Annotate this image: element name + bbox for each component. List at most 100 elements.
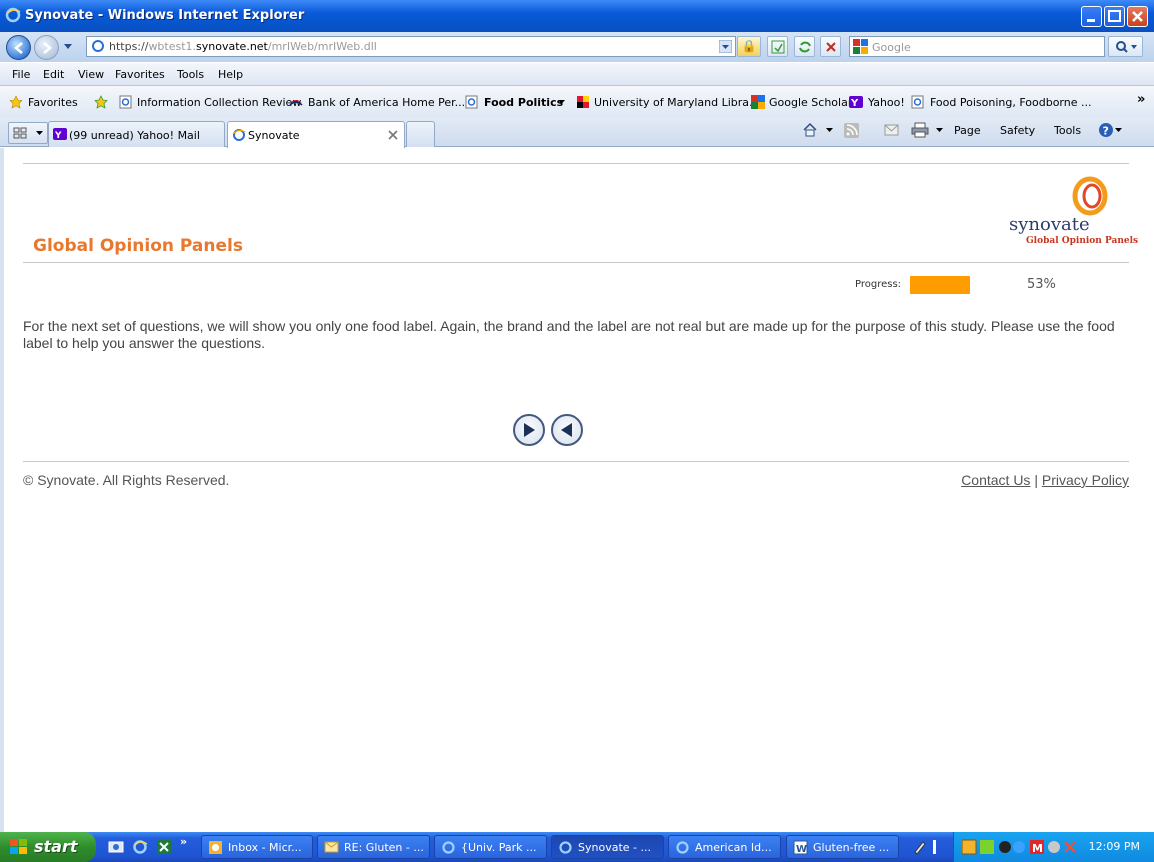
header-bottom-divider bbox=[23, 262, 1129, 263]
menu-tools[interactable]: Tools bbox=[177, 68, 204, 81]
chevron-down-icon[interactable] bbox=[826, 128, 833, 133]
quick-tabs-grid-icon bbox=[13, 127, 43, 139]
quick-launch-excel-icon[interactable] bbox=[156, 839, 172, 855]
favorites-star-icon bbox=[9, 95, 23, 109]
favorite-link-yahoo[interactable]: Yahoo! bbox=[868, 96, 905, 109]
security-lock-icon[interactable]: 🔒 bbox=[737, 36, 761, 57]
svg-text:Y: Y bbox=[54, 131, 62, 140]
footer-divider bbox=[23, 461, 1129, 462]
address-field[interactable]: https://wbtest1.synovate.net/mrIWeb/mrIW… bbox=[86, 36, 736, 57]
home-icon[interactable] bbox=[802, 122, 818, 138]
start-button[interactable]: start bbox=[0, 832, 96, 862]
taskbar-item-univ-park[interactable]: {Univ. Park ... bbox=[434, 835, 547, 859]
taskbar-item-synovate[interactable]: Synovate - ... bbox=[551, 835, 664, 859]
quick-launch-more-icon[interactable]: » bbox=[180, 835, 187, 848]
favorite-link-info-collection[interactable]: Information Collection Review bbox=[137, 96, 301, 109]
title-bar: Synovate - Windows Internet Explorer bbox=[0, 0, 1154, 32]
add-favorite-star-icon[interactable] bbox=[94, 95, 108, 109]
ie-page-icon bbox=[119, 95, 132, 109]
favorite-link-umd-library[interactable]: University of Maryland Libra... bbox=[594, 96, 760, 109]
svg-text:Y: Y bbox=[850, 98, 859, 109]
menu-file[interactable]: File bbox=[12, 68, 30, 81]
pen-tool-icon[interactable] bbox=[912, 839, 928, 855]
tab-yahoo-mail[interactable]: Y (99 unread) Yahoo! Mail bbox=[48, 121, 225, 147]
address-dropdown-icon[interactable] bbox=[719, 40, 732, 53]
logo-tagline: Global Opinion Panels bbox=[1026, 236, 1139, 246]
maximize-button[interactable] bbox=[1104, 6, 1125, 27]
taskbar-item-gluten-email[interactable]: RE: Gluten - ... bbox=[317, 835, 430, 859]
page-ie-icon bbox=[92, 40, 104, 52]
more-favorites-chevron-icon[interactable]: » bbox=[1137, 92, 1145, 107]
copyright-text: © Synovate. All Rights Reserved. bbox=[23, 472, 230, 488]
previous-button[interactable] bbox=[551, 414, 583, 446]
recent-pages-dropdown-icon[interactable] bbox=[63, 43, 73, 51]
progress-percent: 53% bbox=[1027, 277, 1056, 292]
menu-bar: File Edit View Favorites Tools Help bbox=[0, 63, 1154, 86]
feeds-icon[interactable] bbox=[844, 123, 859, 138]
back-button[interactable] bbox=[6, 35, 31, 60]
forward-button[interactable] bbox=[34, 35, 59, 60]
quick-launch-desktop-icon[interactable] bbox=[108, 839, 124, 855]
print-icon[interactable] bbox=[911, 122, 929, 138]
ie-logo-icon bbox=[232, 129, 246, 141]
tools-menu[interactable]: Tools bbox=[1054, 124, 1081, 137]
menu-favorites[interactable]: Favorites bbox=[115, 68, 165, 81]
minimize-button[interactable] bbox=[1081, 6, 1102, 27]
yahoo-icon: Y bbox=[53, 128, 67, 140]
arrow-left-icon bbox=[561, 423, 572, 437]
synovate-logo: synovate Global Opinion Panels bbox=[1006, 176, 1138, 248]
logo-wordmark: synovate bbox=[1009, 214, 1090, 235]
page-menu[interactable]: Page bbox=[954, 124, 981, 137]
svg-text:M: M bbox=[1032, 842, 1043, 855]
contact-us-link[interactable]: Contact Us bbox=[961, 472, 1030, 488]
favorites-button[interactable]: Favorites bbox=[28, 96, 78, 109]
google-icon bbox=[751, 95, 765, 109]
menu-help[interactable]: Help bbox=[218, 68, 243, 81]
language-bar-icon[interactable] bbox=[932, 840, 938, 854]
ie-logo-icon bbox=[676, 841, 689, 854]
close-tab-icon[interactable] bbox=[388, 130, 398, 140]
taskbar-item-american-id[interactable]: American Id... bbox=[668, 835, 781, 859]
menu-edit[interactable]: Edit bbox=[43, 68, 64, 81]
ie-logo-icon bbox=[5, 7, 21, 23]
favorite-folder-food-politics[interactable]: Food Politics bbox=[484, 96, 563, 109]
chevron-down-icon[interactable] bbox=[936, 128, 943, 133]
windows-logo-icon bbox=[10, 839, 27, 854]
ie-page-icon bbox=[911, 95, 924, 109]
email-icon bbox=[324, 841, 339, 853]
safety-menu[interactable]: Safety bbox=[1000, 124, 1035, 137]
arrow-right-icon bbox=[524, 423, 535, 437]
outlook-icon bbox=[209, 841, 222, 854]
quick-launch-ie-icon[interactable] bbox=[132, 839, 148, 855]
close-window-button[interactable] bbox=[1127, 6, 1148, 27]
taskbar-item-inbox[interactable]: Inbox - Micr... bbox=[201, 835, 313, 859]
privacy-policy-link[interactable]: Privacy Policy bbox=[1042, 472, 1129, 488]
chevron-down-icon[interactable] bbox=[558, 100, 565, 105]
window-title: Synovate - Windows Internet Explorer bbox=[25, 8, 305, 23]
favorite-link-food-poisoning[interactable]: Food Poisoning, Foodborne ... bbox=[930, 96, 1091, 109]
progress-bar-fill bbox=[910, 276, 971, 294]
header-top-divider bbox=[23, 163, 1129, 164]
svg-text:?: ? bbox=[1103, 125, 1109, 138]
tab-synovate[interactable]: Synovate bbox=[227, 121, 405, 148]
read-mail-icon[interactable] bbox=[884, 124, 899, 136]
favorite-link-google-scholar[interactable]: Google Scholar bbox=[769, 96, 852, 109]
next-button[interactable] bbox=[513, 414, 545, 446]
svg-text:W: W bbox=[796, 844, 807, 855]
tray-icons: M bbox=[962, 839, 1076, 855]
university-of-maryland-icon bbox=[577, 96, 589, 108]
search-button[interactable] bbox=[1108, 36, 1143, 57]
search-input[interactable]: Google bbox=[849, 36, 1105, 57]
compatibility-view-icon[interactable] bbox=[767, 36, 788, 57]
google-logo-icon bbox=[853, 39, 868, 54]
taskbar: start » Inbox - Micr... RE: Gluten - ...… bbox=[0, 832, 1154, 862]
menu-view[interactable]: View bbox=[78, 68, 104, 81]
chevron-down-icon[interactable] bbox=[1115, 128, 1122, 133]
stop-icon[interactable] bbox=[820, 36, 841, 57]
new-tab-button[interactable] bbox=[406, 121, 435, 147]
help-icon[interactable]: ? bbox=[1098, 122, 1114, 138]
quick-tabs-button[interactable] bbox=[8, 122, 48, 144]
favorite-link-bank-of-america[interactable]: Bank of America Home Per... bbox=[308, 96, 465, 109]
taskbar-item-gluten-free-doc[interactable]: W Gluten-free ... bbox=[786, 835, 899, 859]
refresh-icon[interactable] bbox=[794, 36, 815, 57]
